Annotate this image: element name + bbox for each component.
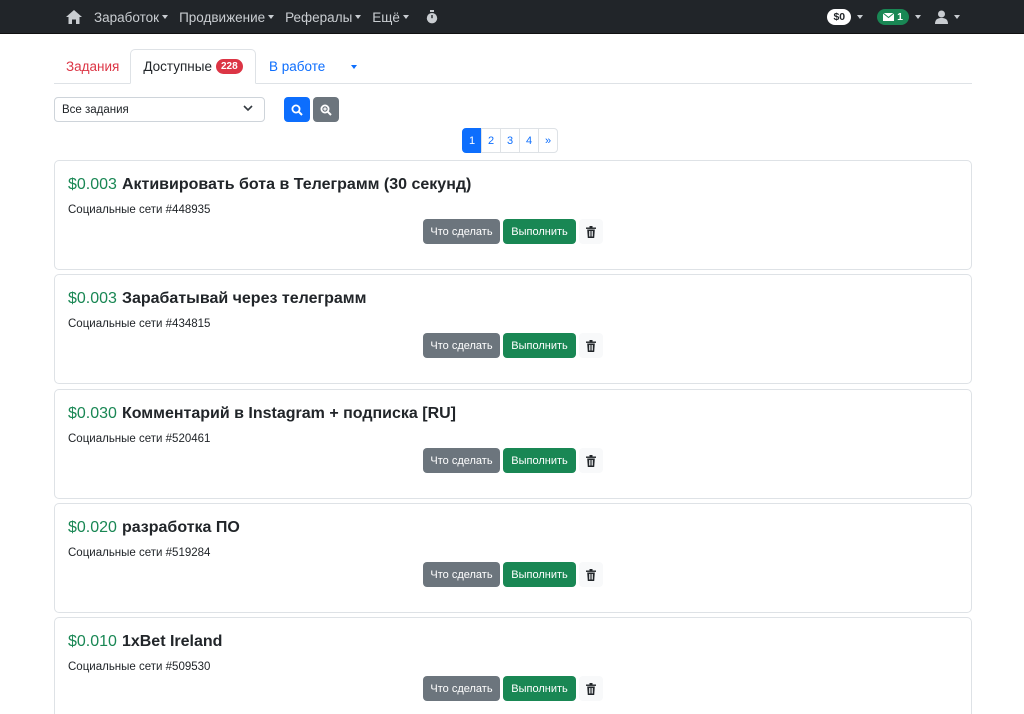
nav-promotion[interactable]: Продвижение — [179, 9, 275, 25]
task-card: $0.010 1xBet Ireland Социальные сети #509… — [54, 617, 972, 714]
nav-more[interactable]: Ещё — [372, 10, 409, 25]
task-category: Социальные сети #509530 — [68, 661, 211, 673]
nav-right: $0 1 — [827, 0, 960, 34]
caret-down-icon — [355, 15, 362, 19]
nav-more-label: Ещё — [372, 9, 400, 25]
tab-tasks[interactable]: Задания — [66, 49, 119, 84]
caret-down-icon — [162, 15, 169, 19]
page-2[interactable]: 2 — [481, 128, 501, 153]
task-title[interactable]: $0.003 Зарабатывай через телеграмм — [68, 290, 366, 308]
caret-down-icon — [954, 15, 960, 19]
task-title-text: Активировать бота в Телеграмм (30 секунд… — [121, 176, 472, 193]
caret-down-icon — [351, 64, 357, 69]
task-title[interactable]: $0.030 Комментарий в Instagram + подписка… — [68, 405, 456, 423]
delete-button[interactable] — [579, 219, 603, 244]
page-4[interactable]: 4 — [519, 128, 539, 153]
task-price: $0.030 — [68, 405, 117, 422]
task-title[interactable]: $0.010 1xBet Ireland — [68, 633, 222, 651]
what-to-do-button[interactable]: Что сделать — [423, 562, 500, 587]
trash-icon — [586, 225, 596, 238]
stopwatch-icon[interactable] — [426, 10, 438, 24]
messages-badge: 1 — [877, 9, 909, 25]
task-card: $0.020 разработка ПО Социальные сети #519… — [54, 503, 972, 613]
nav-left: Заработок Продвижение Рефералы Ещё — [66, 0, 438, 34]
nav-referrals-label: Рефералы — [285, 9, 353, 25]
delete-button[interactable] — [579, 562, 603, 587]
nav-promotion-label: Продвижение — [179, 9, 266, 25]
execute-button[interactable]: Выполнить — [503, 562, 576, 587]
task-title-text: 1xBet Ireland — [121, 633, 223, 650]
task-title[interactable]: $0.003 Активировать бота в Телеграмм (30 … — [68, 176, 471, 194]
tab-more-dropdown[interactable] — [348, 49, 358, 84]
balance-dropdown[interactable]: $0 — [827, 9, 864, 25]
messages-count: 1 — [897, 11, 903, 23]
chevron-down-icon — [243, 105, 253, 112]
page-next[interactable]: » — [538, 128, 558, 153]
messages-dropdown[interactable]: 1 — [877, 9, 921, 25]
caret-down-icon — [402, 15, 409, 19]
what-to-do-button[interactable]: Что сделать — [423, 333, 500, 358]
tab-in-work[interactable]: В работе — [269, 49, 325, 84]
user-dropdown[interactable] — [935, 10, 960, 24]
what-to-do-button[interactable]: Что сделать — [423, 676, 500, 701]
nav-referrals[interactable]: Рефералы — [285, 9, 362, 25]
trash-icon — [586, 339, 596, 352]
caret-down-icon — [268, 15, 275, 19]
execute-button[interactable]: Выполнить — [503, 448, 576, 473]
tab-available-label: Доступные — [143, 59, 212, 74]
home-icon[interactable] — [66, 10, 82, 24]
task-title-text: разработка ПО — [121, 519, 240, 536]
trash-icon — [586, 568, 596, 581]
task-price: $0.003 — [68, 176, 117, 193]
task-card: $0.003 Активировать бота в Телеграмм (30 … — [54, 160, 972, 270]
task-title-text: Зарабатывай через телеграмм — [121, 290, 367, 307]
delete-button[interactable] — [579, 676, 603, 701]
caret-down-icon — [857, 15, 864, 19]
trash-icon — [586, 682, 596, 695]
execute-button[interactable]: Выполнить — [503, 219, 576, 244]
task-title[interactable]: $0.020 разработка ПО — [68, 519, 240, 537]
execute-button[interactable]: Выполнить — [503, 676, 576, 701]
delete-button[interactable] — [579, 448, 603, 473]
task-price: $0.010 — [68, 633, 117, 650]
top-navbar: Заработок Продвижение Рефералы Ещё $0 1 — [0, 0, 1024, 34]
task-filter-value: Все задания — [62, 103, 129, 116]
caret-down-icon — [915, 15, 921, 19]
nav-earnings[interactable]: Заработок — [94, 9, 169, 25]
available-count-badge: 228 — [215, 59, 243, 74]
mail-icon — [883, 13, 895, 21]
execute-button[interactable]: Выполнить — [503, 333, 576, 358]
zoom-in-icon — [320, 104, 332, 116]
task-tabs: Задания Доступные 228 В работе — [54, 49, 972, 84]
nav-earnings-label: Заработок — [94, 9, 160, 25]
task-card: $0.003 Зарабатывай через телеграмм Социал… — [54, 274, 972, 384]
what-to-do-button[interactable]: Что сделать — [423, 448, 500, 473]
search-button[interactable] — [284, 97, 310, 122]
pagination: 1 2 3 4 » — [462, 128, 558, 153]
balance-badge: $0 — [827, 9, 852, 25]
page-1[interactable]: 1 — [462, 128, 482, 153]
task-category: Социальные сети #448935 — [68, 204, 211, 216]
task-category: Социальные сети #434815 — [68, 318, 211, 330]
trash-icon — [586, 454, 596, 467]
task-price: $0.020 — [68, 519, 117, 536]
task-category: Социальные сети #519284 — [68, 547, 211, 559]
task-category: Социальные сети #520461 — [68, 433, 211, 445]
what-to-do-button[interactable]: Что сделать — [423, 219, 500, 244]
search-icon — [291, 104, 303, 116]
tab-available[interactable]: Доступные 228 — [130, 49, 256, 84]
task-card: $0.030 Комментарий в Instagram + подписка… — [54, 389, 972, 499]
task-price: $0.003 — [68, 290, 117, 307]
task-title-text: Комментарий в Instagram + подписка [RU] — [121, 405, 457, 422]
page-3[interactable]: 3 — [500, 128, 520, 153]
user-icon — [935, 10, 948, 24]
delete-button[interactable] — [579, 333, 603, 358]
task-filter-select[interactable]: Все задания — [54, 97, 265, 122]
advanced-search-button[interactable] — [313, 97, 339, 122]
